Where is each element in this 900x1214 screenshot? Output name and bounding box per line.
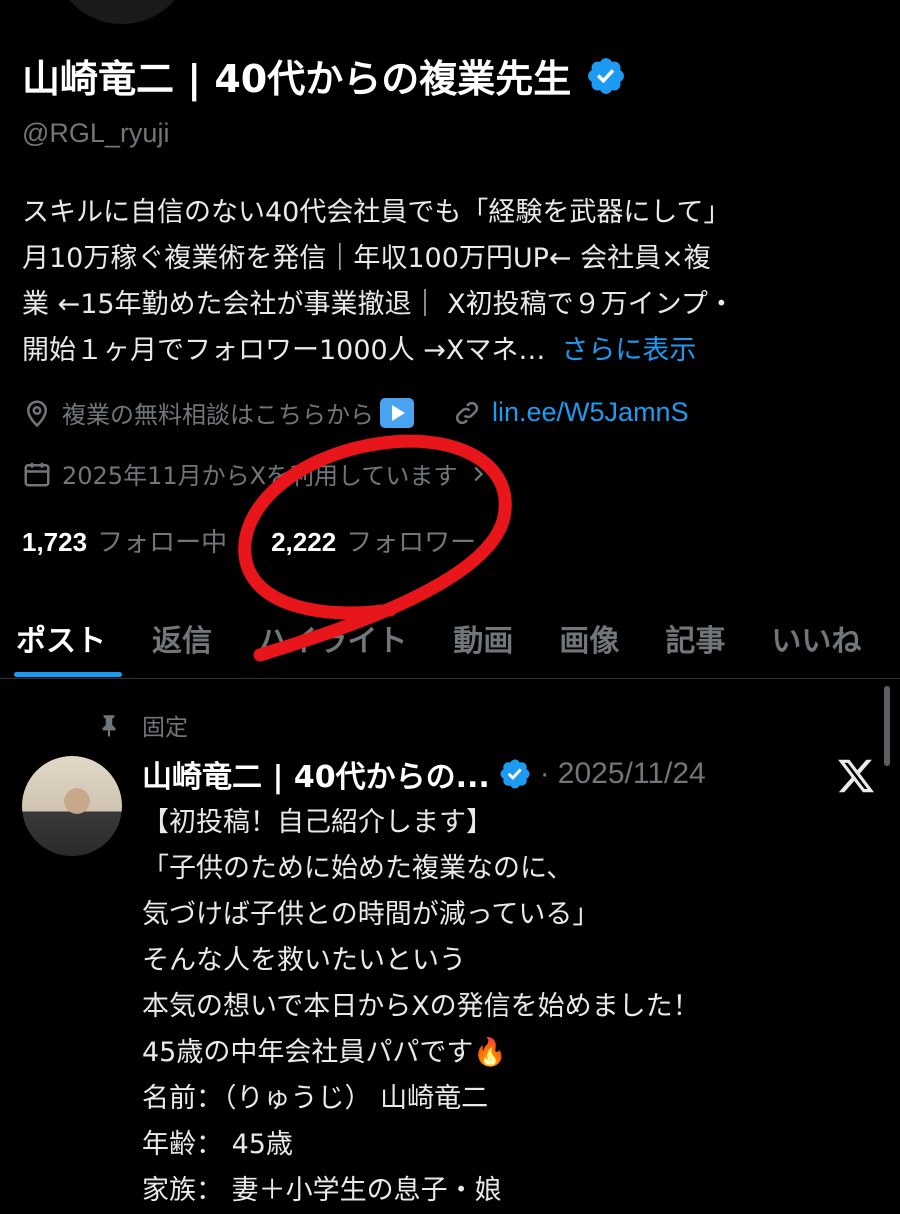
profile-meta-location: 複業の無料相談はこちらから lin.ee/W5JamnS [22,395,689,430]
show-more-link[interactable]: さらに表示 [561,335,696,366]
tab-articles[interactable]: 記事 [665,616,725,660]
post-author-avatar[interactable] [22,756,122,856]
play-button-icon [380,397,414,428]
profile-handle: @RGL_ryuji [22,118,170,148]
profile-name-row: 山崎竜二 | 40代からの複業先生 [22,48,627,103]
post-line: 年齢： 45歳 [142,1129,293,1160]
profile-display-name: 山崎竜二 | 40代からの複業先生 [22,57,572,101]
post-separator: · [539,757,550,790]
profile-tabs: ポスト 返信 ハイライト 動画 画像 記事 いいね [0,600,900,676]
scrollbar[interactable] [884,686,890,766]
verified-badge-icon[interactable] [498,757,532,791]
profile-avatar[interactable] [48,0,196,28]
tab-highlights[interactable]: ハイライト [258,616,407,660]
post-header: 山崎竜二 | 40代からの... · 2025/11/24 [142,752,706,796]
post-line: 本気の想いで本日からXの発信を始めました！ [142,991,700,1022]
post-body[interactable]: 【初投稿！自己紹介します】 「子供のために始めた複業なのに、 気づけば子供との時… [142,800,882,1214]
tab-likes[interactable]: いいね [771,616,861,660]
link-icon [455,401,479,424]
tab-videos[interactable]: 動画 [453,616,513,660]
post-line: 【初投稿！自己紹介します】 [142,807,493,838]
chevron-right-icon [474,466,484,481]
bio-line-text: 開始１ヶ月でフォロワー1000人 →Xマネ… [22,335,546,366]
x-logo-icon[interactable] [836,756,876,796]
bio-line: 開始１ヶ月でフォロワー1000人 →Xマネ… さらに表示 [22,328,882,374]
post-line: 家族： 妻＋小学生の息子・娘 [142,1175,502,1206]
pinned-label: 固定 [142,715,188,741]
joined-text: 2025年11月からXを利用しています [62,462,458,490]
followers-count[interactable]: 2,222 [271,527,336,558]
post-author-name[interactable]: 山崎竜二 | 40代からの... [142,752,490,796]
verified-badge-icon[interactable] [585,55,627,97]
post-line: 名前：（りゅうじ） 山崎竜二 [142,1083,489,1114]
tabs-divider [0,678,900,679]
profile-meta-joined[interactable]: 2025年11月からXを利用しています [22,456,499,491]
post-line: 気づけば子供との時間が減っている」 [142,899,600,930]
post-line: そんな人を救いたいという [142,945,466,976]
bio-line: 月10万稼ぐ複業術を発信｜年収100万円UP← 会社員×複 [22,243,711,274]
pin-icon [102,715,116,737]
location-pin-icon [26,400,48,427]
active-tab-indicator [14,672,122,677]
follow-counts: 1,723 フォロー中 2,222 フォロワー [22,522,476,559]
bio-line: 業 ←15年勤めた会社が事業撤退｜ X初投稿で９万インプ・ [22,289,735,320]
tab-images[interactable]: 画像 [559,616,619,660]
followers-label[interactable]: フォロワー [346,522,476,559]
post-line: 「子供のために始めた複業なのに、 [142,853,574,884]
post-date[interactable]: 2025/11/24 [558,757,706,791]
profile-bio: スキルに自信のない40代会社員でも「経験を武器にして」 月10万稼ぐ複業術を発信… [22,190,882,374]
location-text: 複業の無料相談はこちらから [62,401,374,429]
post-line: 45歳の中年会社員パパです🔥 [142,1037,507,1068]
following-label[interactable]: フォロー中 [97,522,227,559]
bio-line: スキルに自信のない40代会社員でも「経験を武器にして」 [22,197,731,228]
profile-link[interactable]: lin.ee/W5JamnS [492,397,689,428]
following-count[interactable]: 1,723 [22,527,87,558]
tab-replies[interactable]: 返信 [152,616,212,660]
pinned-indicator: 固定 [96,708,188,742]
tab-posts[interactable]: ポスト [0,616,106,660]
calendar-icon [24,462,50,486]
